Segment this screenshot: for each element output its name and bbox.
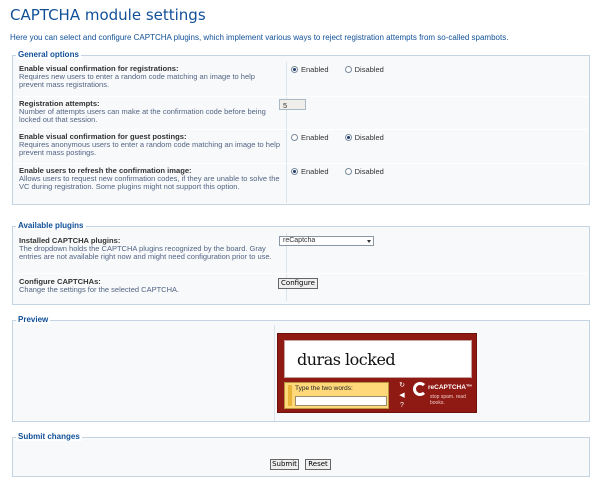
setting-row-registration-attempts: Registration attempts: Number of attempt… bbox=[14, 96, 588, 129]
chevron-down-icon[interactable] bbox=[367, 240, 371, 243]
configure-button[interactable]: Configure bbox=[278, 278, 318, 289]
refresh-icon[interactable]: ↻ bbox=[397, 382, 407, 390]
audio-icon[interactable]: ◀ bbox=[397, 392, 407, 400]
radio-disabled[interactable]: Disabled bbox=[344, 167, 384, 176]
setting-desc: The dropdown holds the CAPTCHA plugins r… bbox=[19, 244, 272, 262]
available-plugins-fieldset: Available plugins Installed CAPTCHA plug… bbox=[12, 221, 590, 305]
arrow-icon bbox=[288, 385, 292, 406]
captcha-plugin-select[interactable]: reCaptcha bbox=[279, 236, 374, 246]
reset-button[interactable]: Reset bbox=[305, 459, 331, 470]
captcha-response-input[interactable] bbox=[295, 396, 387, 406]
captcha-prompt: Type the two words: bbox=[295, 385, 353, 392]
radio-enabled[interactable]: Enabled bbox=[291, 65, 329, 74]
recaptcha-logo-icon bbox=[413, 382, 427, 396]
general-options-legend: General options bbox=[16, 50, 81, 59]
radio-unselected-icon[interactable] bbox=[344, 168, 352, 175]
general-options-fieldset: General options Enable visual confirmati… bbox=[12, 50, 590, 205]
preview-legend: Preview bbox=[16, 315, 51, 324]
recaptcha-brand: reCAPTCHA™ bbox=[428, 384, 473, 391]
setting-row-configure: Configure CAPTCHAs: Change the settings … bbox=[14, 273, 588, 301]
captcha-answer-box: Type the two words: bbox=[284, 382, 389, 409]
setting-row-refresh-image: Enable users to refresh the confirmation… bbox=[14, 163, 588, 203]
setting-desc: Requires new users to enter a random cod… bbox=[19, 72, 255, 90]
captcha-words: duras locked bbox=[297, 350, 396, 369]
registration-attempts-input[interactable]: 5 bbox=[279, 99, 306, 110]
available-plugins-legend: Available plugins bbox=[16, 221, 86, 230]
radio-unselected-icon[interactable] bbox=[344, 66, 352, 73]
radio-selected-icon[interactable] bbox=[291, 168, 298, 175]
radio-disabled[interactable]: Disabled bbox=[344, 133, 384, 142]
radio-enabled[interactable]: Enabled bbox=[291, 167, 329, 176]
help-icon[interactable]: ? bbox=[397, 402, 407, 410]
submit-button[interactable]: Submit bbox=[270, 459, 299, 470]
radio-selected-icon[interactable] bbox=[291, 66, 298, 73]
radio-selected-icon[interactable] bbox=[344, 134, 352, 141]
submit-legend: Submit changes bbox=[16, 432, 82, 441]
setting-row-installed-plugins: Installed CAPTCHA plugins: The dropdown … bbox=[14, 233, 588, 273]
setting-desc: Requires anonymous users to enter a rand… bbox=[19, 140, 280, 158]
page-intro: Here you can select and configure CAPTCH… bbox=[10, 33, 509, 42]
captcha-image: duras locked bbox=[284, 340, 472, 378]
radio-unselected-icon[interactable] bbox=[291, 134, 298, 141]
setting-desc: Change the settings for the selected CAP… bbox=[19, 285, 180, 295]
recaptcha-widget: duras locked Type the two words: ↻ ◀ ? r… bbox=[277, 333, 477, 413]
page-title: CAPTCHA module settings bbox=[10, 6, 206, 24]
setting-row-visual-registration: Enable visual confirmation for registrat… bbox=[14, 62, 588, 96]
submit-fieldset: Submit changes Submit Reset bbox=[12, 432, 590, 477]
recaptcha-tagline: stop spam. read books. bbox=[430, 394, 466, 406]
preview-fieldset: Preview duras locked Type the two words:… bbox=[12, 315, 590, 422]
setting-desc: Number of attempts users can make at the… bbox=[19, 107, 266, 125]
setting-desc: Allows users to request new confirmation… bbox=[19, 174, 280, 192]
radio-disabled[interactable]: Disabled bbox=[344, 65, 384, 74]
radio-enabled[interactable]: Enabled bbox=[291, 133, 329, 142]
setting-row-visual-guest: Enable visual confirmation for guest pos… bbox=[14, 129, 588, 163]
